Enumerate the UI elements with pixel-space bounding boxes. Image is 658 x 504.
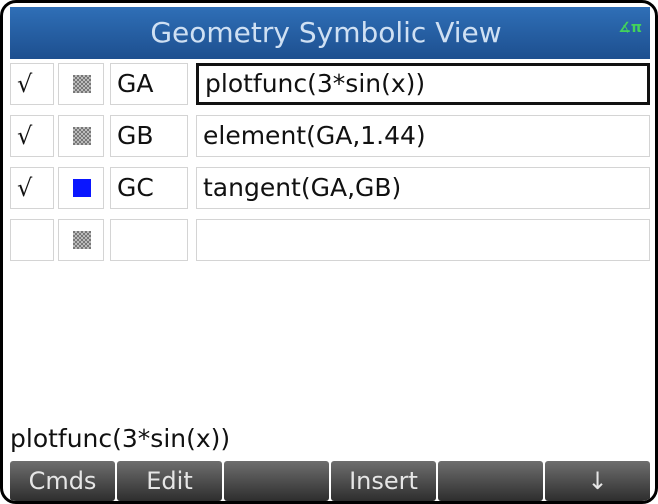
name-field[interactable]: GB (110, 115, 188, 157)
softkey-menu: Cmds Edit Insert ↓ (10, 461, 650, 501)
enable-checkbox[interactable]: √ (10, 63, 54, 105)
edit-button[interactable]: Edit (117, 461, 222, 501)
color-swatch (73, 127, 91, 145)
name-field[interactable] (110, 219, 188, 261)
title-bar: Geometry Symbolic View ∡π (10, 7, 650, 59)
angle-mode-icon: ∡π (618, 20, 642, 36)
expression-field[interactable]: element(GA,1.44) (196, 115, 650, 157)
enable-checkbox[interactable] (10, 219, 54, 261)
enable-checkbox[interactable]: √ (10, 115, 54, 157)
color-picker[interactable] (58, 167, 104, 209)
blank-softkey-5[interactable] (438, 461, 543, 501)
definition-row[interactable] (10, 219, 650, 263)
check-icon: √ (17, 122, 33, 150)
expression-field[interactable]: tangent(GA,GB) (196, 167, 650, 209)
command-line[interactable]: plotfunc(3*sin(x)) (10, 421, 630, 457)
cmds-button[interactable]: Cmds (10, 461, 115, 501)
move-down-button[interactable]: ↓ (545, 461, 650, 501)
insert-button[interactable]: Insert (331, 461, 436, 501)
color-swatch (73, 231, 91, 249)
color-picker[interactable] (58, 115, 104, 157)
expression-field[interactable]: plotfunc(3*sin(x)) (196, 63, 650, 105)
definition-row[interactable]: √ GA plotfunc(3*sin(x)) (10, 63, 650, 107)
color-picker[interactable] (58, 219, 104, 261)
check-icon: √ (17, 70, 33, 98)
color-swatch (73, 179, 91, 197)
color-picker[interactable] (58, 63, 104, 105)
name-field[interactable]: GC (110, 167, 188, 209)
check-icon: √ (17, 174, 33, 202)
blank-softkey-3[interactable] (224, 461, 329, 501)
calculator-screen: Geometry Symbolic View ∡π √ GA plotfunc(… (0, 0, 658, 504)
color-swatch (73, 75, 91, 93)
definition-row[interactable]: √ GB element(GA,1.44) (10, 115, 650, 159)
name-field[interactable]: GA (110, 63, 188, 105)
page-title: Geometry Symbolic View (150, 16, 502, 49)
expression-field[interactable] (196, 219, 650, 261)
definition-row[interactable]: √ GC tangent(GA,GB) (10, 167, 650, 211)
enable-checkbox[interactable]: √ (10, 167, 54, 209)
